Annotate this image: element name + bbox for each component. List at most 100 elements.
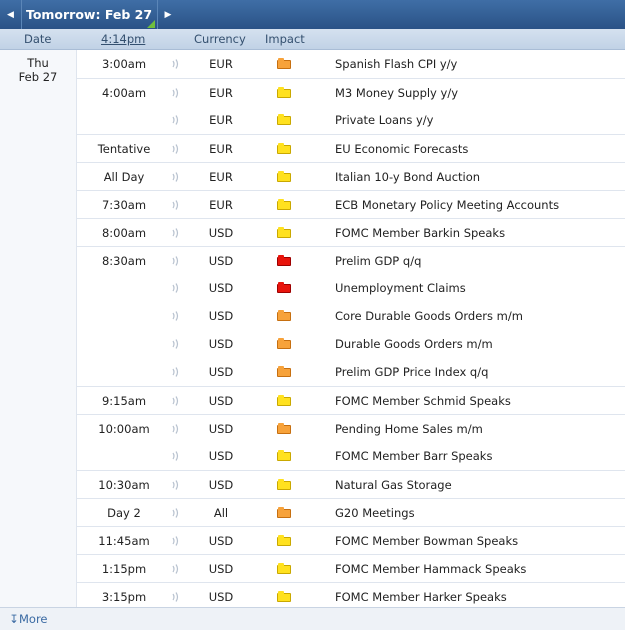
event-row[interactable]: USD Unemployment Claims [77,274,625,302]
impact-low-folder-icon[interactable] [277,143,291,154]
event-title[interactable]: Prelim GDP Price Index q/q [335,358,488,386]
sound-alert-icon[interactable] [170,282,182,294]
sound-alert-icon[interactable] [170,255,182,267]
event-title[interactable]: Pending Home Sales m/m [335,415,483,443]
event-currency: USD [208,394,234,408]
header-impact: Impact [265,32,305,46]
impact-medium-folder-icon[interactable] [277,310,291,321]
column-header: Date 4:14pm Currency Impact [0,29,625,50]
next-day-button[interactable]: ▶ [157,0,178,29]
event-row[interactable]: EUR Private Loans y/y [77,106,625,134]
event-row[interactable]: Day 2 All G20 Meetings [77,498,625,526]
impact-medium-folder-icon[interactable] [277,338,291,349]
event-title[interactable]: Spanish Flash CPI y/y [335,50,457,78]
event-currency: USD [208,449,234,463]
sound-alert-icon[interactable] [170,563,182,575]
event-row[interactable]: 8:30am USD Prelim GDP q/q [77,246,625,274]
impact-low-folder-icon[interactable] [277,395,291,406]
impact-medium-folder-icon[interactable] [277,423,291,434]
event-row[interactable]: 3:15pm USD FOMC Member Harker Speaks [77,582,625,610]
event-title[interactable]: Core Durable Goods Orders m/m [335,302,523,330]
day-column: Thu Feb 27 [0,50,77,607]
event-row[interactable]: 10:30am USD Natural Gas Storage [77,470,625,498]
event-row[interactable]: 7:30am EUR ECB Monetary Policy Meeting Acc… [77,190,625,218]
event-row[interactable]: All Day EUR Italian 10-y Bond Auction [77,162,625,190]
green-corner-marker-icon [147,20,155,28]
impact-medium-folder-icon[interactable] [277,58,291,69]
event-title[interactable]: FOMC Member Barr Speaks [335,442,492,470]
sound-alert-icon[interactable] [170,450,182,462]
event-row[interactable]: 11:45am USD FOMC Member Bowman Speaks [77,526,625,554]
impact-medium-folder-icon[interactable] [277,507,291,518]
event-title[interactable]: FOMC Member Hammack Speaks [335,555,526,583]
sound-alert-icon[interactable] [170,199,182,211]
sound-alert-icon[interactable] [170,338,182,350]
impact-low-folder-icon[interactable] [277,171,291,182]
impact-low-folder-icon[interactable] [277,591,291,602]
sound-alert-icon[interactable] [170,507,182,519]
impact-high-folder-icon[interactable] [277,255,291,266]
event-currency: USD [208,562,234,576]
impact-medium-folder-icon[interactable] [277,366,291,377]
event-title[interactable]: M3 Money Supply y/y [335,79,458,107]
event-row[interactable]: 4:00am EUR M3 Money Supply y/y [77,78,625,106]
event-title[interactable]: Durable Goods Orders m/m [335,330,493,358]
sound-alert-icon[interactable] [170,227,182,239]
event-time: 7:30am [101,198,147,212]
sound-alert-icon[interactable] [170,366,182,378]
event-row[interactable]: 8:00am USD FOMC Member Barkin Speaks [77,218,625,246]
impact-low-folder-icon[interactable] [277,479,291,490]
sound-alert-icon[interactable] [170,310,182,322]
more-label: More [19,612,48,626]
impact-high-folder-icon[interactable] [277,282,291,293]
event-row[interactable]: 3:00am EUR Spanish Flash CPI y/y [77,50,625,78]
event-time: Day 2 [107,506,141,520]
event-time: Tentative [97,142,151,156]
previous-day-button[interactable]: ◀ [0,0,22,29]
event-currency: USD [208,254,234,268]
event-title[interactable]: G20 Meetings [335,499,415,527]
event-row[interactable]: USD Durable Goods Orders m/m [77,330,625,358]
event-title[interactable]: FOMC Member Bowman Speaks [335,527,518,555]
event-title[interactable]: Natural Gas Storage [335,471,452,499]
event-row[interactable]: 1:15pm USD FOMC Member Hammack Speaks [77,554,625,582]
event-title[interactable]: ECB Monetary Policy Meeting Accounts [335,191,559,219]
sound-alert-icon[interactable] [170,479,182,491]
event-row[interactable]: USD Core Durable Goods Orders m/m [77,302,625,330]
sound-alert-icon[interactable] [170,395,182,407]
sound-alert-icon[interactable] [170,143,182,155]
event-row[interactable]: 10:00am USD Pending Home Sales m/m [77,414,625,442]
event-title[interactable]: FOMC Member Schmid Speaks [335,387,511,415]
event-row[interactable]: USD FOMC Member Barr Speaks [77,442,625,470]
event-title[interactable]: Private Loans y/y [335,106,433,134]
event-row[interactable]: Tentative EUR EU Economic Forecasts [77,134,625,162]
impact-low-folder-icon[interactable] [277,199,291,210]
more-link[interactable]: ↧More [9,608,48,630]
event-title[interactable]: Unemployment Claims [335,274,466,302]
impact-low-folder-icon[interactable] [277,450,291,461]
event-row[interactable]: 9:15am USD FOMC Member Schmid Speaks [77,386,625,414]
sound-alert-icon[interactable] [170,87,182,99]
sound-alert-icon[interactable] [170,58,182,70]
sound-alert-icon[interactable] [170,114,182,126]
chevron-right-icon: ▶ [164,9,172,20]
impact-low-folder-icon[interactable] [277,227,291,238]
sound-alert-icon[interactable] [170,171,182,183]
header-current-time-link[interactable]: 4:14pm [101,29,145,49]
impact-low-folder-icon[interactable] [277,114,291,125]
event-time: 10:30am [98,478,150,492]
impact-low-folder-icon[interactable] [277,87,291,98]
sound-alert-icon[interactable] [170,535,182,547]
sound-alert-icon[interactable] [170,591,182,603]
event-title[interactable]: Italian 10-y Bond Auction [335,163,480,191]
event-title[interactable]: FOMC Member Barkin Speaks [335,219,505,247]
sound-alert-icon[interactable] [170,423,182,435]
event-title[interactable]: EU Economic Forecasts [335,135,468,163]
event-time: 1:15pm [101,562,147,576]
impact-low-folder-icon[interactable] [277,563,291,574]
event-title[interactable]: Prelim GDP q/q [335,247,421,275]
impact-low-folder-icon[interactable] [277,535,291,546]
chevron-left-icon: ◀ [7,9,14,20]
event-currency: USD [208,337,234,351]
event-row[interactable]: USD Prelim GDP Price Index q/q [77,358,625,386]
